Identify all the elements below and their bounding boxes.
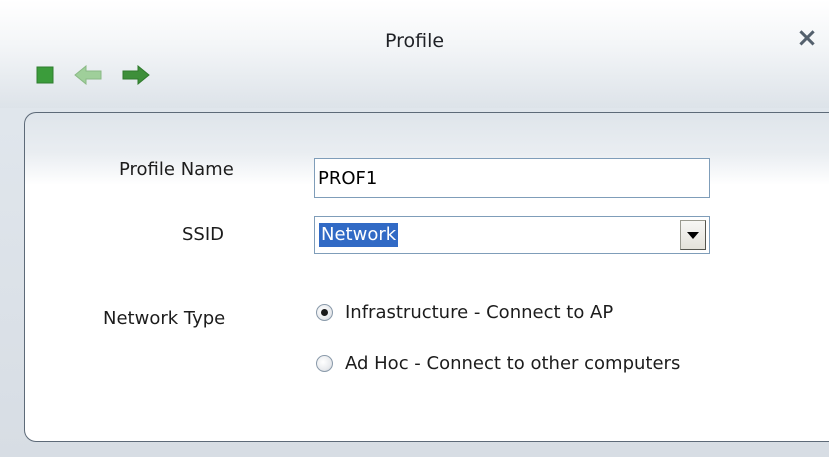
chevron-down-icon[interactable] xyxy=(680,220,706,250)
network-type-label: Network Type xyxy=(103,308,226,329)
radio-ad-hoc[interactable]: Ad Hoc - Connect to other computers xyxy=(316,353,680,374)
radio-ad-hoc-label: Ad Hoc - Connect to other computers xyxy=(345,353,681,374)
ssid-label: SSID xyxy=(182,224,225,245)
radio-button-checked[interactable] xyxy=(316,304,333,321)
close-icon[interactable]: × xyxy=(794,25,820,51)
radio-button-unchecked[interactable] xyxy=(316,355,333,372)
window-title: Profile xyxy=(384,30,445,52)
ssid-dropdown[interactable]: Network xyxy=(314,216,710,254)
radio-infrastructure-label: Infrastructure - Connect to AP xyxy=(345,302,614,323)
radio-infrastructure[interactable]: Infrastructure - Connect to AP xyxy=(316,302,613,323)
toolbar xyxy=(36,64,170,86)
stop-square-icon[interactable] xyxy=(36,66,54,84)
back-arrow-icon[interactable] xyxy=(74,64,102,86)
title-bar: Profile × xyxy=(0,0,829,108)
profile-name-input[interactable]: PROF1 xyxy=(314,158,710,198)
ssid-selected-value: Network xyxy=(319,223,399,247)
profile-window: Profile × Profile Name PROF1 SSID Networ… xyxy=(0,0,829,457)
forward-arrow-icon[interactable] xyxy=(122,64,150,86)
profile-name-label: Profile Name xyxy=(119,159,234,180)
